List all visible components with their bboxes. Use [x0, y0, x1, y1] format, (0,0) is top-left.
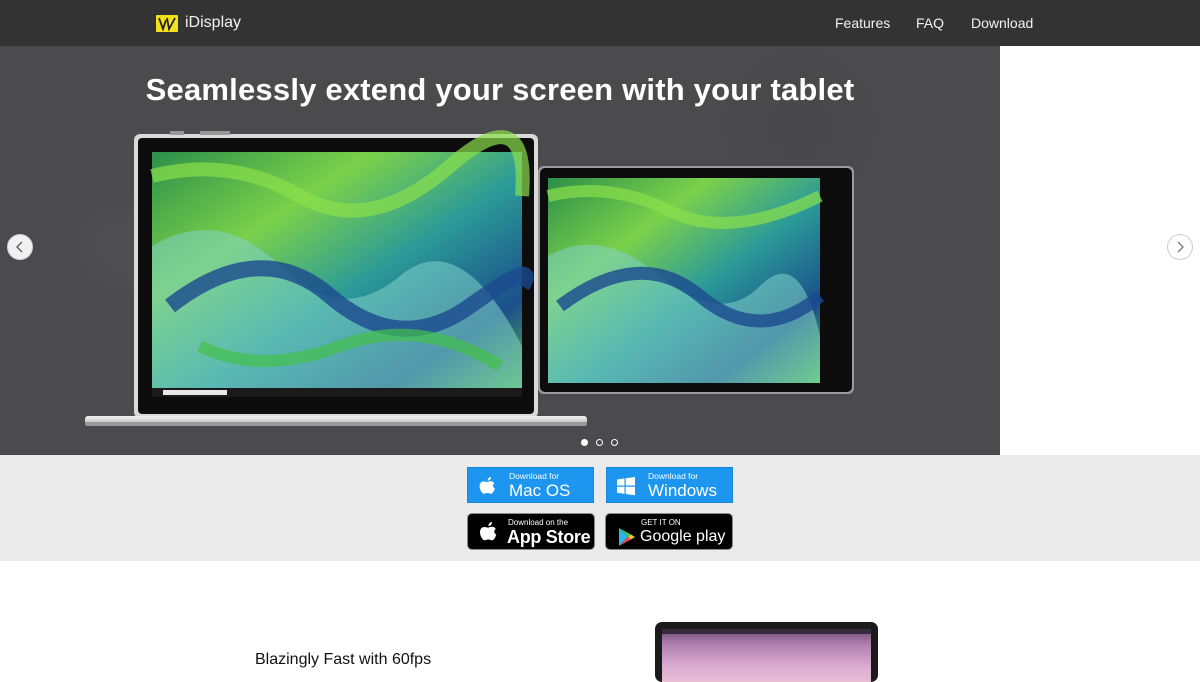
app-store-label: App Store — [507, 527, 591, 547]
download-windows-subtitle: Download for — [648, 471, 699, 481]
windows-icon — [617, 477, 635, 496]
download-mac-button[interactable]: Download for Mac OS — [467, 467, 594, 503]
nav-link-features[interactable]: Features — [835, 15, 890, 31]
app-store-button[interactable]: Download on the App Store — [467, 513, 595, 550]
feature-laptop-screen — [662, 629, 871, 682]
brand-link[interactable]: iDisplay — [156, 12, 241, 34]
carousel-indicators — [581, 439, 618, 446]
chevron-left-icon — [16, 241, 23, 253]
carousel-right-area — [1000, 46, 1200, 455]
carousel-dot-3[interactable] — [611, 439, 618, 446]
chevron-right-icon — [1177, 241, 1184, 253]
google-play-icon — [619, 528, 635, 546]
idisplay-logo-icon — [156, 14, 178, 32]
carousel-dot-1[interactable] — [581, 439, 588, 446]
nav-link-download[interactable]: Download — [971, 15, 1033, 31]
carousel-dot-2[interactable] — [596, 439, 603, 446]
apple-icon — [480, 522, 497, 541]
brand-name: iDisplay — [185, 14, 242, 31]
navbar: iDisplay Features FAQ Download — [0, 0, 1200, 46]
google-play-subtitle: GET IT ON — [641, 518, 681, 527]
feature-heading: Blazingly Fast with 60fps — [255, 651, 432, 668]
carousel-next-button[interactable] — [1167, 234, 1193, 260]
download-strip: Download for Mac OS Download for Windows… — [0, 455, 1200, 561]
google-play-button[interactable]: GET IT ON Google play — [605, 513, 733, 550]
download-mac-label: Mac OS — [509, 481, 571, 500]
google-play-label: Google play — [640, 528, 726, 545]
app-store-subtitle: Download on the — [508, 518, 569, 527]
carousel-prev-button[interactable] — [7, 234, 33, 260]
laptop-illustration — [85, 130, 587, 426]
apple-icon — [479, 477, 495, 494]
feature-menubar — [662, 629, 871, 634]
hero-carousel: Seamlessly extend your screen with your … — [0, 46, 1000, 455]
feature-laptop-image — [655, 622, 878, 682]
tablet-illustration — [538, 166, 854, 394]
download-mac-subtitle: Download for — [509, 471, 560, 481]
nav-link-faq[interactable]: FAQ — [916, 15, 944, 31]
devices-illustration — [85, 130, 854, 426]
download-windows-button[interactable]: Download for Windows — [606, 467, 733, 503]
download-windows-label: Windows — [648, 481, 717, 500]
